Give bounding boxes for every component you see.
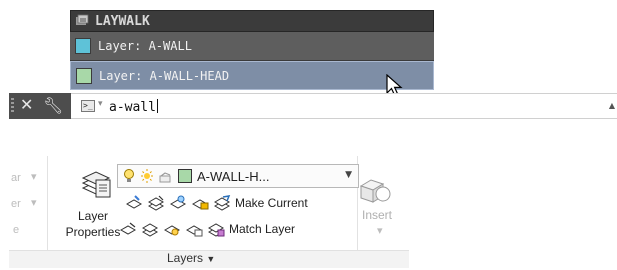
layer-dropdown[interactable]: A-WALL-H... ▼: [117, 164, 359, 188]
layer-on-icon[interactable]: [119, 220, 137, 238]
layer-unisolate-icon[interactable]: [141, 220, 159, 238]
layer-properties-label-line1: Layer: [77, 209, 109, 223]
match-layer-button[interactable]: Match Layer: [229, 222, 295, 236]
layers-panel-title: Layers: [167, 251, 204, 265]
ghost-label: er: [11, 198, 21, 210]
text-caret: [156, 99, 158, 113]
suggestion-label: Layer: A-WALL: [98, 39, 192, 53]
popup-header: LAYWALK: [70, 10, 434, 32]
insert-button[interactable]: Insert: [362, 208, 392, 222]
command-input-field[interactable]: >_ ▾ a-wall ▲: [71, 93, 617, 119]
current-layer-name: A-WALL-H...: [197, 168, 270, 184]
chevron-down-icon: ▾: [31, 197, 37, 209]
suggestion-item-a-wall[interactable]: Layer: A-WALL: [70, 32, 434, 61]
suggestion-item-a-wall-head[interactable]: Layer: A-WALL-HEAD: [70, 61, 434, 90]
chevron-down-icon: ▾: [377, 225, 383, 237]
layer-properties-icon[interactable]: [79, 166, 113, 200]
layer-isolate-icon[interactable]: [147, 194, 165, 212]
suggestion-label: Layer: A-WALL-HEAD: [99, 68, 230, 83]
layer-color-swatch: [75, 38, 91, 54]
chevron-down-icon[interactable]: ▼: [345, 170, 352, 180]
command-line-tools: ✕ 🔧︎: [9, 93, 71, 119]
layer-lock-icon[interactable]: [191, 194, 209, 212]
insert-block-icon[interactable]: [359, 174, 393, 204]
layer-thaw-icon[interactable]: [163, 220, 181, 238]
history-up-arrow-icon[interactable]: ▲: [609, 101, 615, 110]
layer-properties-button[interactable]: Layer Properties: [61, 208, 125, 240]
drag-grip-icon[interactable]: [11, 98, 14, 114]
layer-properties-label-line2: Properties: [65, 225, 121, 239]
command-input-text[interactable]: a-wall: [109, 99, 158, 115]
layers-panel-title-button[interactable]: Layers ▼: [167, 251, 215, 265]
prompt-icon[interactable]: >_: [81, 100, 95, 112]
ghost-label: ar: [11, 172, 21, 184]
recent-commands-arrow-icon[interactable]: ▾: [98, 99, 103, 109]
autocomplete-popup: LAYWALK Layer: A-WALL Layer: A-WALL-HEAD: [70, 10, 434, 92]
sun-icon: [140, 168, 154, 184]
layer-unlock-icon[interactable]: [185, 220, 203, 238]
close-icon[interactable]: ✕: [20, 95, 33, 114]
layer-color-swatch: [76, 67, 92, 84]
match-layer-icon[interactable]: [207, 220, 225, 238]
popup-header-label: LAYWALK: [95, 13, 150, 29]
command-icon: [75, 14, 89, 28]
chevron-down-icon: ▼: [206, 254, 216, 264]
ghost-label: e: [13, 224, 20, 236]
ribbon-layers-panel: ar ▾ er ▾ e Layer Properties A-WALL-H...…: [9, 152, 409, 270]
make-current-icon[interactable]: [213, 194, 231, 212]
chevron-down-icon: ▾: [31, 171, 37, 183]
layer-off-icon[interactable]: [125, 194, 143, 212]
customize-wrench-icon[interactable]: 🔧︎: [43, 96, 63, 115]
lightbulb-icon: [122, 168, 136, 184]
lock-icon: [158, 168, 172, 184]
layer-freeze-icon[interactable]: [169, 194, 187, 212]
layer-color-swatch: [178, 169, 192, 183]
command-line: ✕ 🔧︎ >_ ▾ a-wall ▲: [9, 93, 617, 119]
make-current-button[interactable]: Make Current: [235, 196, 308, 210]
